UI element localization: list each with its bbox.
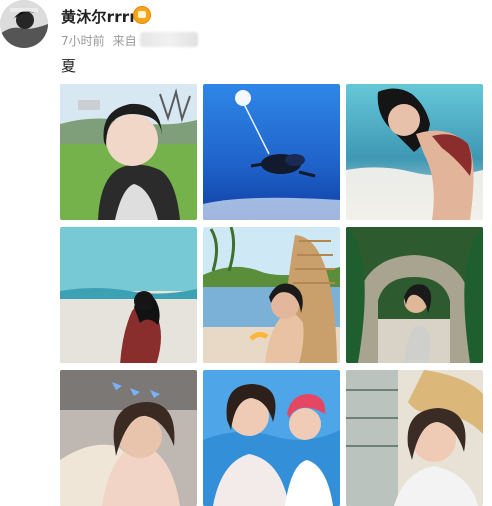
image-tile-beach-hair-photo[interactable]	[346, 84, 483, 220]
image-tile-indoor-portrait[interactable]	[60, 370, 197, 506]
profile-avatar[interactable]	[0, 0, 48, 48]
image-tile-beach-back-view[interactable]	[60, 227, 197, 363]
image-tile-skydiving-parachute[interactable]	[203, 84, 340, 220]
image-tile-selfie-grass-field[interactable]	[60, 84, 197, 220]
post-meta: 7小时前 来自	[61, 32, 145, 49]
image-tile-window-portrait[interactable]	[346, 370, 483, 506]
username[interactable]: 黄沐尔rrrr	[61, 6, 137, 27]
image-tile-pool-wicker-chair[interactable]	[203, 227, 340, 363]
source-link[interactable]	[140, 32, 198, 47]
image-tile-garden-archway[interactable]	[346, 227, 483, 363]
source-label: 来自	[112, 34, 137, 48]
post-text: 夏	[61, 57, 77, 75]
timestamp: 7小时前	[61, 34, 105, 48]
vip-badge-icon	[133, 6, 151, 24]
image-tile-blue-sky-friends[interactable]	[203, 370, 340, 506]
